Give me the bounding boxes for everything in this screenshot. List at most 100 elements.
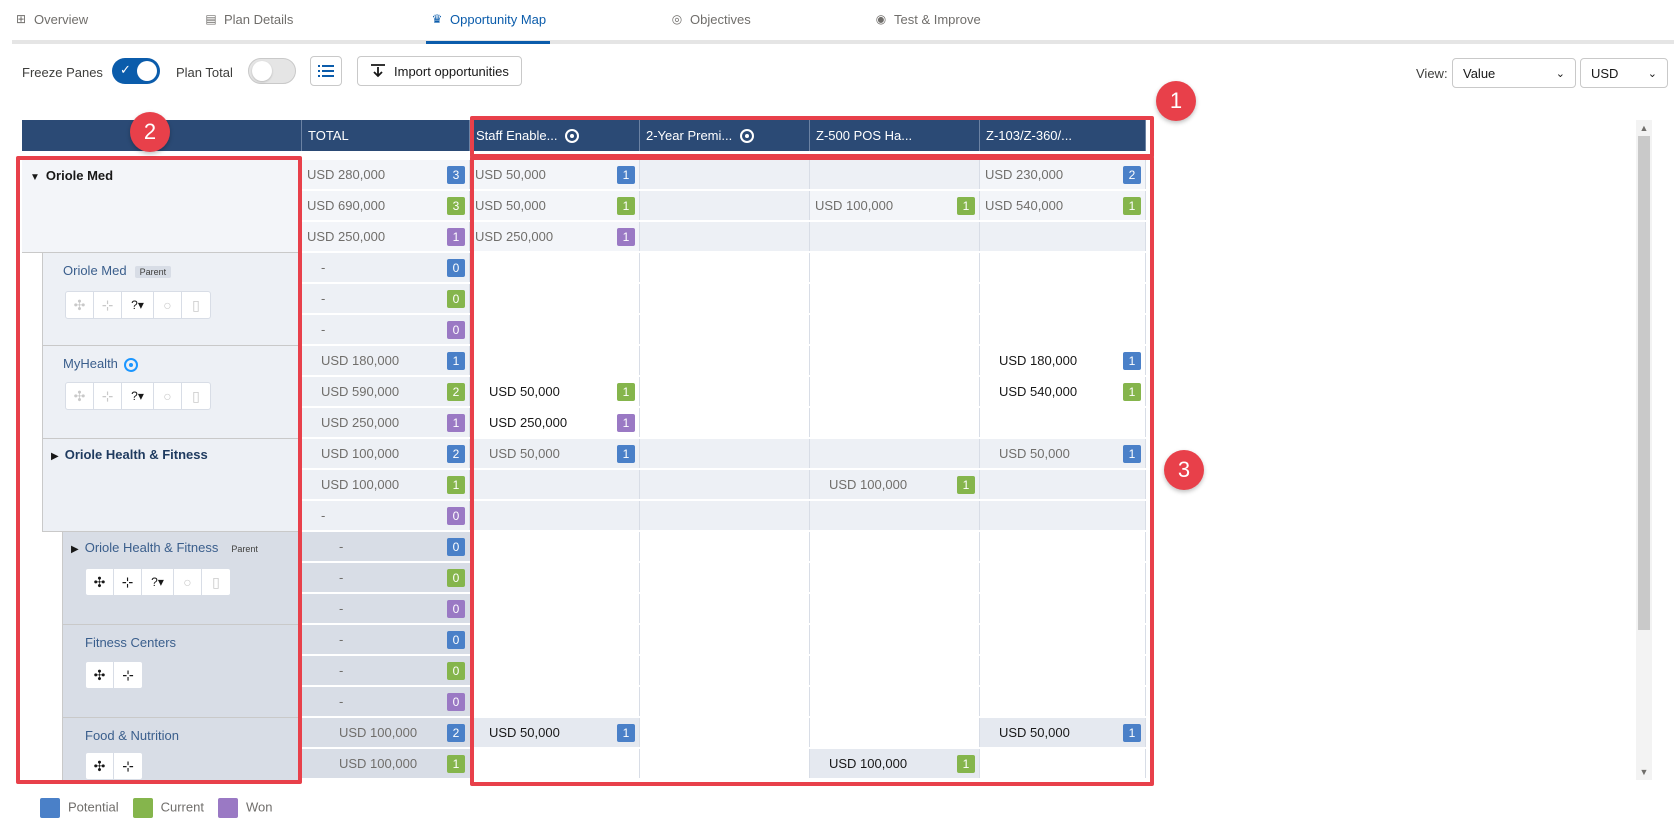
annotation-box-2 [16, 156, 302, 784]
count-badge: 3 [447, 166, 465, 184]
count-badge: 0 [447, 631, 465, 649]
total-value: USD 100,000 [339, 756, 418, 771]
plan-total-toggle[interactable] [248, 58, 296, 84]
vertical-scrollbar[interactable]: ▲ ▼ [1636, 120, 1652, 780]
view-select-value: Value [1463, 65, 1496, 81]
count-badge: 0 [447, 538, 465, 556]
legend-item-won: Won [217, 798, 273, 818]
count-badge: 1 [447, 352, 465, 370]
total-cell[interactable]: USD 280,000 3 [302, 160, 470, 189]
total-cell[interactable]: -0 [302, 253, 470, 282]
clipboard-icon: ▤ [205, 12, 217, 26]
scroll-up-icon[interactable]: ▲ [1638, 122, 1650, 134]
count-badge: 0 [447, 290, 465, 308]
import-label: Import opportunities [394, 63, 509, 79]
count-badge: 0 [447, 507, 465, 525]
view-label: View: [1416, 66, 1448, 81]
legend-label: Potential [68, 799, 119, 815]
tab-label: Overview [34, 12, 89, 27]
freeze-panes-label: Freeze Panes [22, 65, 103, 80]
total-value: USD 100,000 [339, 725, 418, 740]
total-cell[interactable]: USD 250,000 1 [302, 222, 470, 251]
count-badge: 0 [447, 693, 465, 711]
total-value: USD 280,000 [307, 167, 386, 182]
count-badge: 2 [447, 383, 465, 401]
tab-objectives[interactable]: ◎ Objectives [670, 12, 751, 42]
tab-test-improve[interactable]: ◉ Test & Improve [874, 12, 981, 42]
total-value: - [321, 322, 326, 337]
count-badge: 0 [447, 662, 465, 680]
check-icon: ✓ [120, 62, 131, 77]
total-cell[interactable]: USD 690,000 3 [302, 191, 470, 220]
grid-icon: ⊞ [15, 12, 27, 26]
count-badge: 3 [447, 197, 465, 215]
tab-opportunity-map[interactable]: ♛ Opportunity Map [425, 12, 551, 44]
count-badge: 2 [447, 445, 465, 463]
crown-icon: ♛ [431, 12, 443, 26]
total-column-header[interactable]: TOTAL [302, 120, 470, 151]
annotation-box-3 [470, 156, 1154, 786]
total-cell[interactable]: -0 [302, 284, 470, 313]
total-value: USD 100,000 [321, 446, 400, 461]
annotation-box-1 [470, 116, 1154, 158]
total-cell[interactable]: -0 [302, 625, 470, 654]
tab-label: Opportunity Map [450, 12, 547, 27]
tab-plan-details[interactable]: ▤ Plan Details [204, 12, 293, 42]
total-cell[interactable]: USD 100,000 1 [302, 470, 470, 499]
tab-bar: ⊞ Overview ▤ Plan Details ♛ Opportunity … [12, 0, 1674, 44]
legend-swatch [132, 798, 153, 818]
count-badge: 1 [447, 228, 465, 246]
chevron-down-icon: ⌄ [1647, 67, 1657, 80]
count-badge: 0 [447, 321, 465, 339]
toggle-knob [252, 61, 272, 81]
total-cell[interactable]: -0 [302, 594, 470, 623]
total-value: USD 250,000 [307, 229, 386, 244]
total-value: USD 100,000 [321, 477, 400, 492]
annotation-number-2: 2 [130, 112, 170, 152]
view-select[interactable]: Value ⌄ [1452, 58, 1576, 88]
scroll-thumb[interactable] [1638, 136, 1650, 630]
target-icon: ◎ [671, 12, 683, 26]
total-value: - [321, 508, 326, 523]
list-view-button[interactable] [310, 56, 342, 86]
total-cell[interactable]: USD 250,000 1 [302, 408, 470, 437]
currency-select-value: USD [1591, 65, 1619, 81]
import-icon [371, 64, 385, 78]
total-cell[interactable]: USD 100,000 2 [302, 718, 470, 747]
total-cell[interactable]: USD 100,000 1 [302, 749, 470, 778]
total-cell[interactable]: -0 [302, 563, 470, 592]
tab-overview[interactable]: ⊞ Overview [14, 12, 88, 42]
total-value: - [321, 260, 326, 275]
total-cell[interactable]: USD 180,000 1 [302, 346, 470, 375]
count-badge: 1 [447, 755, 465, 773]
total-cell[interactable]: -0 [302, 501, 470, 530]
count-badge: 2 [447, 724, 465, 742]
total-cell[interactable]: -0 [302, 315, 470, 344]
total-value: USD 690,000 [307, 198, 386, 213]
total-value: - [339, 570, 344, 585]
legend-swatch [217, 798, 238, 818]
total-value: - [339, 539, 344, 554]
count-badge: 0 [447, 600, 465, 618]
currency-select[interactable]: USD ⌄ [1580, 58, 1668, 88]
total-cell[interactable]: -0 [302, 532, 470, 561]
total-cell[interactable]: -0 [302, 656, 470, 685]
count-badge: 1 [447, 414, 465, 432]
total-value: - [321, 291, 326, 306]
total-value: - [339, 694, 344, 709]
import-opportunities-button[interactable]: Import opportunities [357, 56, 522, 86]
freeze-panes-toggle[interactable]: ✓ [112, 58, 160, 84]
scroll-down-icon[interactable]: ▼ [1638, 766, 1650, 778]
annotation-number-3: 3 [1164, 450, 1204, 490]
total-value: - [339, 663, 344, 678]
plan-total-label: Plan Total [176, 65, 233, 80]
list-icon [318, 65, 334, 77]
total-cell[interactable]: USD 590,000 2 [302, 377, 470, 406]
total-value: - [339, 601, 344, 616]
legend-item-potential: Potential [40, 798, 119, 818]
total-cell[interactable]: USD 100,000 2 [302, 439, 470, 468]
total-cell[interactable]: -0 [302, 687, 470, 716]
legend-label: Won [245, 799, 273, 815]
total-header-label: TOTAL [308, 128, 349, 143]
chart-icon: ◉ [875, 12, 887, 26]
